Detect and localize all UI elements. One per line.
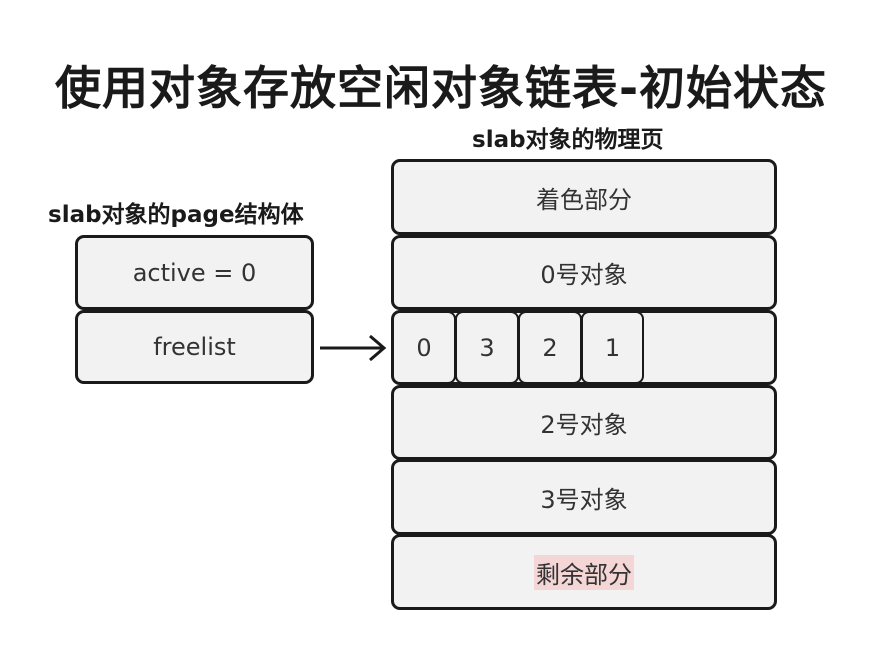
freelist-cell-value: 3 (479, 333, 495, 362)
remaining-area-box: 剩余部分 (391, 534, 777, 610)
physical-page-heading: slab对象的物理页 (472, 127, 664, 153)
object-3-box: 3号对象 (391, 459, 777, 535)
freelist-cell-value: 1 (604, 333, 621, 362)
freelist-field-label: freelist (153, 333, 236, 361)
active-field-label: active = 0 (132, 258, 257, 287)
coloring-area-label: 着色部分 (536, 185, 632, 214)
remaining-area-label: 剩余部分 (534, 554, 634, 590)
freelist-field-box: freelist (75, 310, 314, 384)
freelist-cell-2: 2 (518, 311, 582, 384)
object-0-box: 0号对象 (391, 235, 777, 310)
page-struct-heading: slab对象的page结构体 (48, 202, 304, 228)
freelist-cell-value: 2 (542, 333, 558, 362)
coloring-area-box: 着色部分 (391, 159, 777, 235)
diagram-title: 使用对象存放空闲对象链表-初始状态 (54, 61, 828, 115)
freelist-cell-value: 0 (416, 333, 432, 362)
freelist-cell-0: 0 (392, 311, 456, 384)
object-2-box: 2号对象 (391, 385, 777, 460)
object-2-label: 2号对象 (540, 411, 628, 439)
freelist-cell-3: 1 (581, 311, 644, 384)
object-3-label: 3号对象 (540, 485, 628, 514)
freelist-cell-1: 3 (455, 311, 519, 384)
active-field-box: active = 0 (75, 235, 314, 310)
object-0-label: 0号对象 (540, 261, 628, 289)
freelist-pointer-arrow (320, 334, 387, 362)
